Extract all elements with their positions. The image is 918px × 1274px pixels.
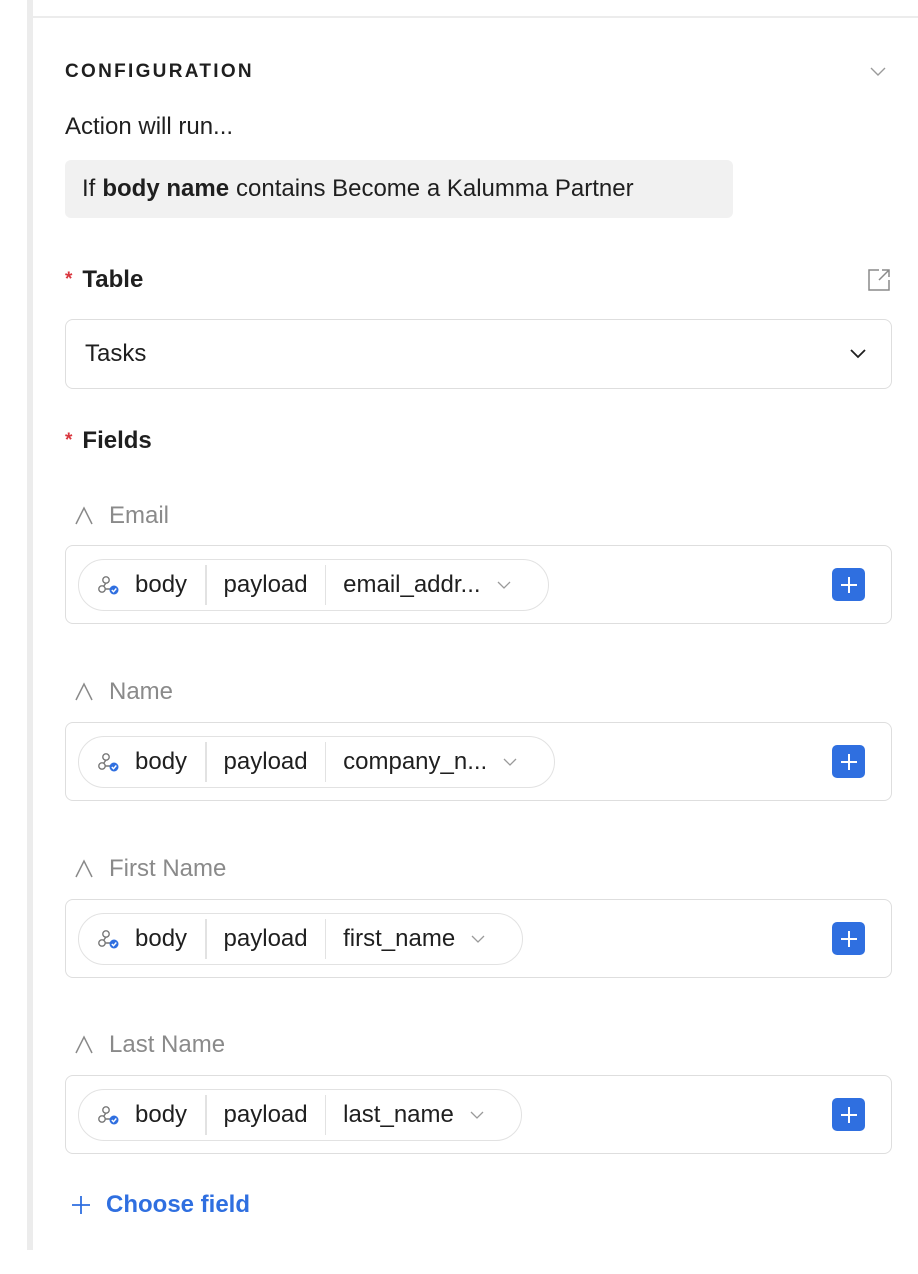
pill-value-text: email_addr... xyxy=(343,571,481,598)
add-variable-button[interactable] xyxy=(832,922,865,955)
table-selected-value: Tasks xyxy=(85,340,147,367)
plus-icon xyxy=(840,576,857,593)
text-type-icon xyxy=(75,1035,93,1054)
choose-field-label: Choose field xyxy=(106,1191,251,1218)
table-label-text: Table xyxy=(82,266,144,293)
table-label-row: * Table xyxy=(65,264,893,296)
fields-label-text: Fields xyxy=(82,427,152,454)
field-label-first-name: First Name xyxy=(73,854,226,884)
pill-source: body xyxy=(79,1090,205,1140)
chevron-down-icon[interactable] xyxy=(495,576,513,594)
field-label-text: Last Name xyxy=(109,1031,226,1058)
chevron-down-icon[interactable] xyxy=(468,1106,486,1124)
chevron-down-icon[interactable] xyxy=(501,753,519,771)
webhook-icon xyxy=(98,576,119,595)
pill-source-text: body xyxy=(135,1101,188,1128)
pill-path: payload xyxy=(223,748,308,775)
variable-pill[interactable]: body payload email_addr... xyxy=(78,559,549,611)
fields-label-row: * Fields xyxy=(65,425,893,457)
pill-value-text: company_n... xyxy=(343,748,488,775)
chevron-down-icon xyxy=(850,349,866,359)
field-input-last-name[interactable]: body payload last_name xyxy=(65,1075,892,1154)
text-type-icon xyxy=(75,682,93,701)
chevron-down-icon[interactable] xyxy=(469,930,487,948)
condition-operator-value: contains Become a Kalumma Partner xyxy=(236,175,634,202)
pill-path: payload xyxy=(223,925,308,952)
condition-summary: If body name contains Become a Kalumma P… xyxy=(65,160,733,218)
choose-field-button[interactable]: Choose field xyxy=(70,1189,250,1221)
pill-path: payload xyxy=(223,1101,308,1128)
webhook-icon xyxy=(98,930,119,949)
pill-value-text: last_name xyxy=(343,1101,454,1128)
table-select[interactable]: Tasks xyxy=(65,319,892,389)
chevron-down-icon[interactable] xyxy=(867,61,889,83)
external-link-icon[interactable] xyxy=(865,266,893,294)
add-variable-button[interactable] xyxy=(832,1098,865,1131)
pill-value-text: first_name xyxy=(343,925,456,952)
pill-value[interactable]: last_name xyxy=(326,1090,521,1140)
pill-value[interactable]: company_n... xyxy=(326,737,554,787)
add-variable-button[interactable] xyxy=(832,745,865,778)
add-variable-button[interactable] xyxy=(832,568,865,601)
plus-icon xyxy=(840,1106,857,1123)
pill-source: body xyxy=(79,560,205,610)
pill-source-text: body xyxy=(135,571,188,598)
section-title: CONFIGURATION xyxy=(65,61,254,82)
plus-icon xyxy=(840,753,857,770)
text-type-icon xyxy=(75,506,93,525)
panel-left-border xyxy=(27,0,33,1250)
condition-field: body name xyxy=(102,175,230,202)
plus-icon xyxy=(72,1196,90,1214)
required-mark: * xyxy=(65,269,73,290)
action-runs-label: Action will run... xyxy=(65,113,234,140)
text-type-icon xyxy=(75,859,93,878)
fields-label: * Fields xyxy=(65,427,152,455)
field-label-text: Email xyxy=(109,502,170,529)
field-input-email[interactable]: body payload email_addr... xyxy=(65,545,892,624)
plus-icon xyxy=(840,930,857,947)
field-label-text: Name xyxy=(109,678,174,705)
pill-source-text: body xyxy=(135,748,188,775)
configuration-header[interactable]: CONFIGURATION xyxy=(65,58,893,86)
webhook-icon xyxy=(98,1106,119,1125)
field-input-name[interactable]: body payload company_n... xyxy=(65,722,892,801)
pill-source: body xyxy=(79,737,205,787)
required-mark: * xyxy=(65,430,73,451)
pill-value[interactable]: first_name xyxy=(326,914,522,964)
variable-pill[interactable]: body payload company_n... xyxy=(78,736,556,788)
table-label: * Table xyxy=(65,266,143,294)
condition-prefix: If xyxy=(82,175,96,202)
field-label-email: Email xyxy=(73,501,169,531)
top-divider xyxy=(33,16,918,18)
field-label-last-name: Last Name xyxy=(73,1030,225,1060)
webhook-icon xyxy=(98,753,119,772)
pill-source: body xyxy=(79,914,205,964)
variable-pill[interactable]: body payload last_name xyxy=(78,1089,522,1141)
field-input-first-name[interactable]: body payload first_name xyxy=(65,899,892,978)
field-label-name: Name xyxy=(73,677,173,707)
pill-path: payload xyxy=(223,571,308,598)
pill-value[interactable]: email_addr... xyxy=(326,560,547,610)
variable-pill[interactable]: body payload first_name xyxy=(78,913,524,965)
pill-source-text: body xyxy=(135,925,188,952)
field-label-text: First Name xyxy=(109,855,227,882)
